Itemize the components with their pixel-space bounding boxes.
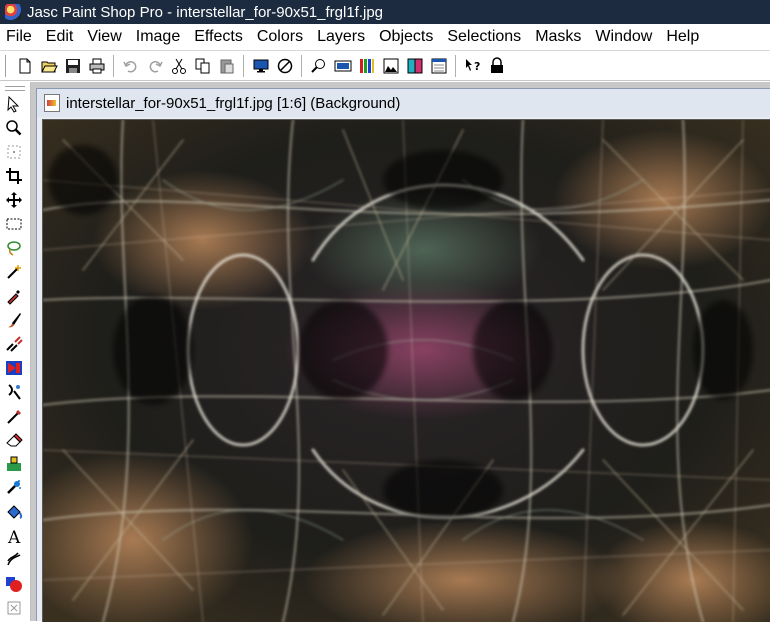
tool-palette-grip[interactable] [5,86,25,91]
menu-objects[interactable]: Objects [372,24,440,50]
layers-palette-icon[interactable] [380,55,402,77]
mover-icon[interactable] [4,190,24,210]
save-icon[interactable] [62,55,84,77]
color-replacer-icon[interactable] [4,358,24,378]
menu-effects[interactable]: Effects [187,24,250,50]
paint-brush-icon[interactable] [4,310,24,330]
app-icon [5,4,21,20]
draw-icon[interactable] [4,550,24,570]
redo-icon[interactable] [144,55,166,77]
dropper-icon[interactable] [4,286,24,306]
lock-icon[interactable] [486,55,508,77]
arrow-icon[interactable] [4,94,24,114]
toolbar-grip[interactable] [5,54,10,77]
menu-window[interactable]: Window [588,24,659,50]
full-screen-preview-icon[interactable] [250,55,272,77]
histogram-icon[interactable] [356,55,378,77]
cut-icon[interactable] [168,55,190,77]
menu-bar: File Edit View Image Effects Colors Laye… [0,24,770,50]
deform-icon[interactable] [4,142,24,162]
menu-masks[interactable]: Masks [528,24,588,50]
browse-icon[interactable] [274,55,296,77]
vector-object-selection-icon[interactable] [4,598,24,618]
open-icon[interactable] [38,55,60,77]
toolbar-separator [243,54,245,77]
tool-palette: A [0,82,31,621]
airbrush-icon[interactable] [4,478,24,498]
fractal-lattice-image [43,120,770,622]
new-icon[interactable] [14,55,36,77]
copy-icon[interactable] [192,55,214,77]
flood-fill-icon[interactable] [4,502,24,522]
toolbar-separator [455,54,457,77]
menu-file[interactable]: File [0,24,39,50]
document-title-bar[interactable]: interstellar_for-90x51_frgl1f.jpg [1:6] … [37,89,770,117]
zoom-tool-icon[interactable] [4,118,24,138]
scratch-remover-icon[interactable] [4,406,24,426]
text-icon[interactable]: A [4,526,24,546]
freehand-selection-icon[interactable] [4,238,24,258]
title-bar: Jasc Paint Shop Pro - interstellar_for-9… [0,0,770,24]
menu-layers[interactable]: Layers [310,24,372,50]
eraser-icon[interactable] [4,430,24,450]
clone-brush-icon[interactable] [4,334,24,354]
window-title: Jasc Paint Shop Pro - interstellar_for-9… [27,3,384,21]
preset-shapes-icon[interactable] [4,574,24,594]
menu-view[interactable]: View [80,24,128,50]
crop-icon[interactable] [4,166,24,186]
undo-icon[interactable] [120,55,142,77]
magic-wand-icon[interactable] [4,262,24,282]
menu-selections[interactable]: Selections [440,24,528,50]
standard-toolbar: ? [0,50,770,81]
document-title: interstellar_for-90x51_frgl1f.jpg [1:6] … [66,94,401,112]
menu-colors[interactable]: Colors [250,24,310,50]
menu-edit[interactable]: Edit [39,24,81,50]
retouch-icon[interactable] [4,382,24,402]
color-palette-icon[interactable] [428,55,450,77]
selection-icon[interactable] [4,214,24,234]
svg-text:?: ? [474,60,480,73]
toolbar-separator [301,54,303,77]
svg-text:A: A [7,528,21,545]
paste-icon[interactable] [216,55,238,77]
overview-icon[interactable] [404,55,426,77]
document-window: interstellar_for-90x51_frgl1f.jpg [1:6] … [36,88,770,622]
toolbar-toggle-icon[interactable] [332,55,354,77]
context-help-icon[interactable]: ? [462,55,484,77]
print-icon[interactable] [86,55,108,77]
picture-tube-icon[interactable] [4,454,24,474]
toolbar-separator [113,54,115,77]
menu-help[interactable]: Help [659,24,706,50]
image-canvas[interactable] [42,119,770,622]
menu-image[interactable]: Image [129,24,187,50]
zoom-icon[interactable] [308,55,330,77]
document-icon [44,94,60,112]
